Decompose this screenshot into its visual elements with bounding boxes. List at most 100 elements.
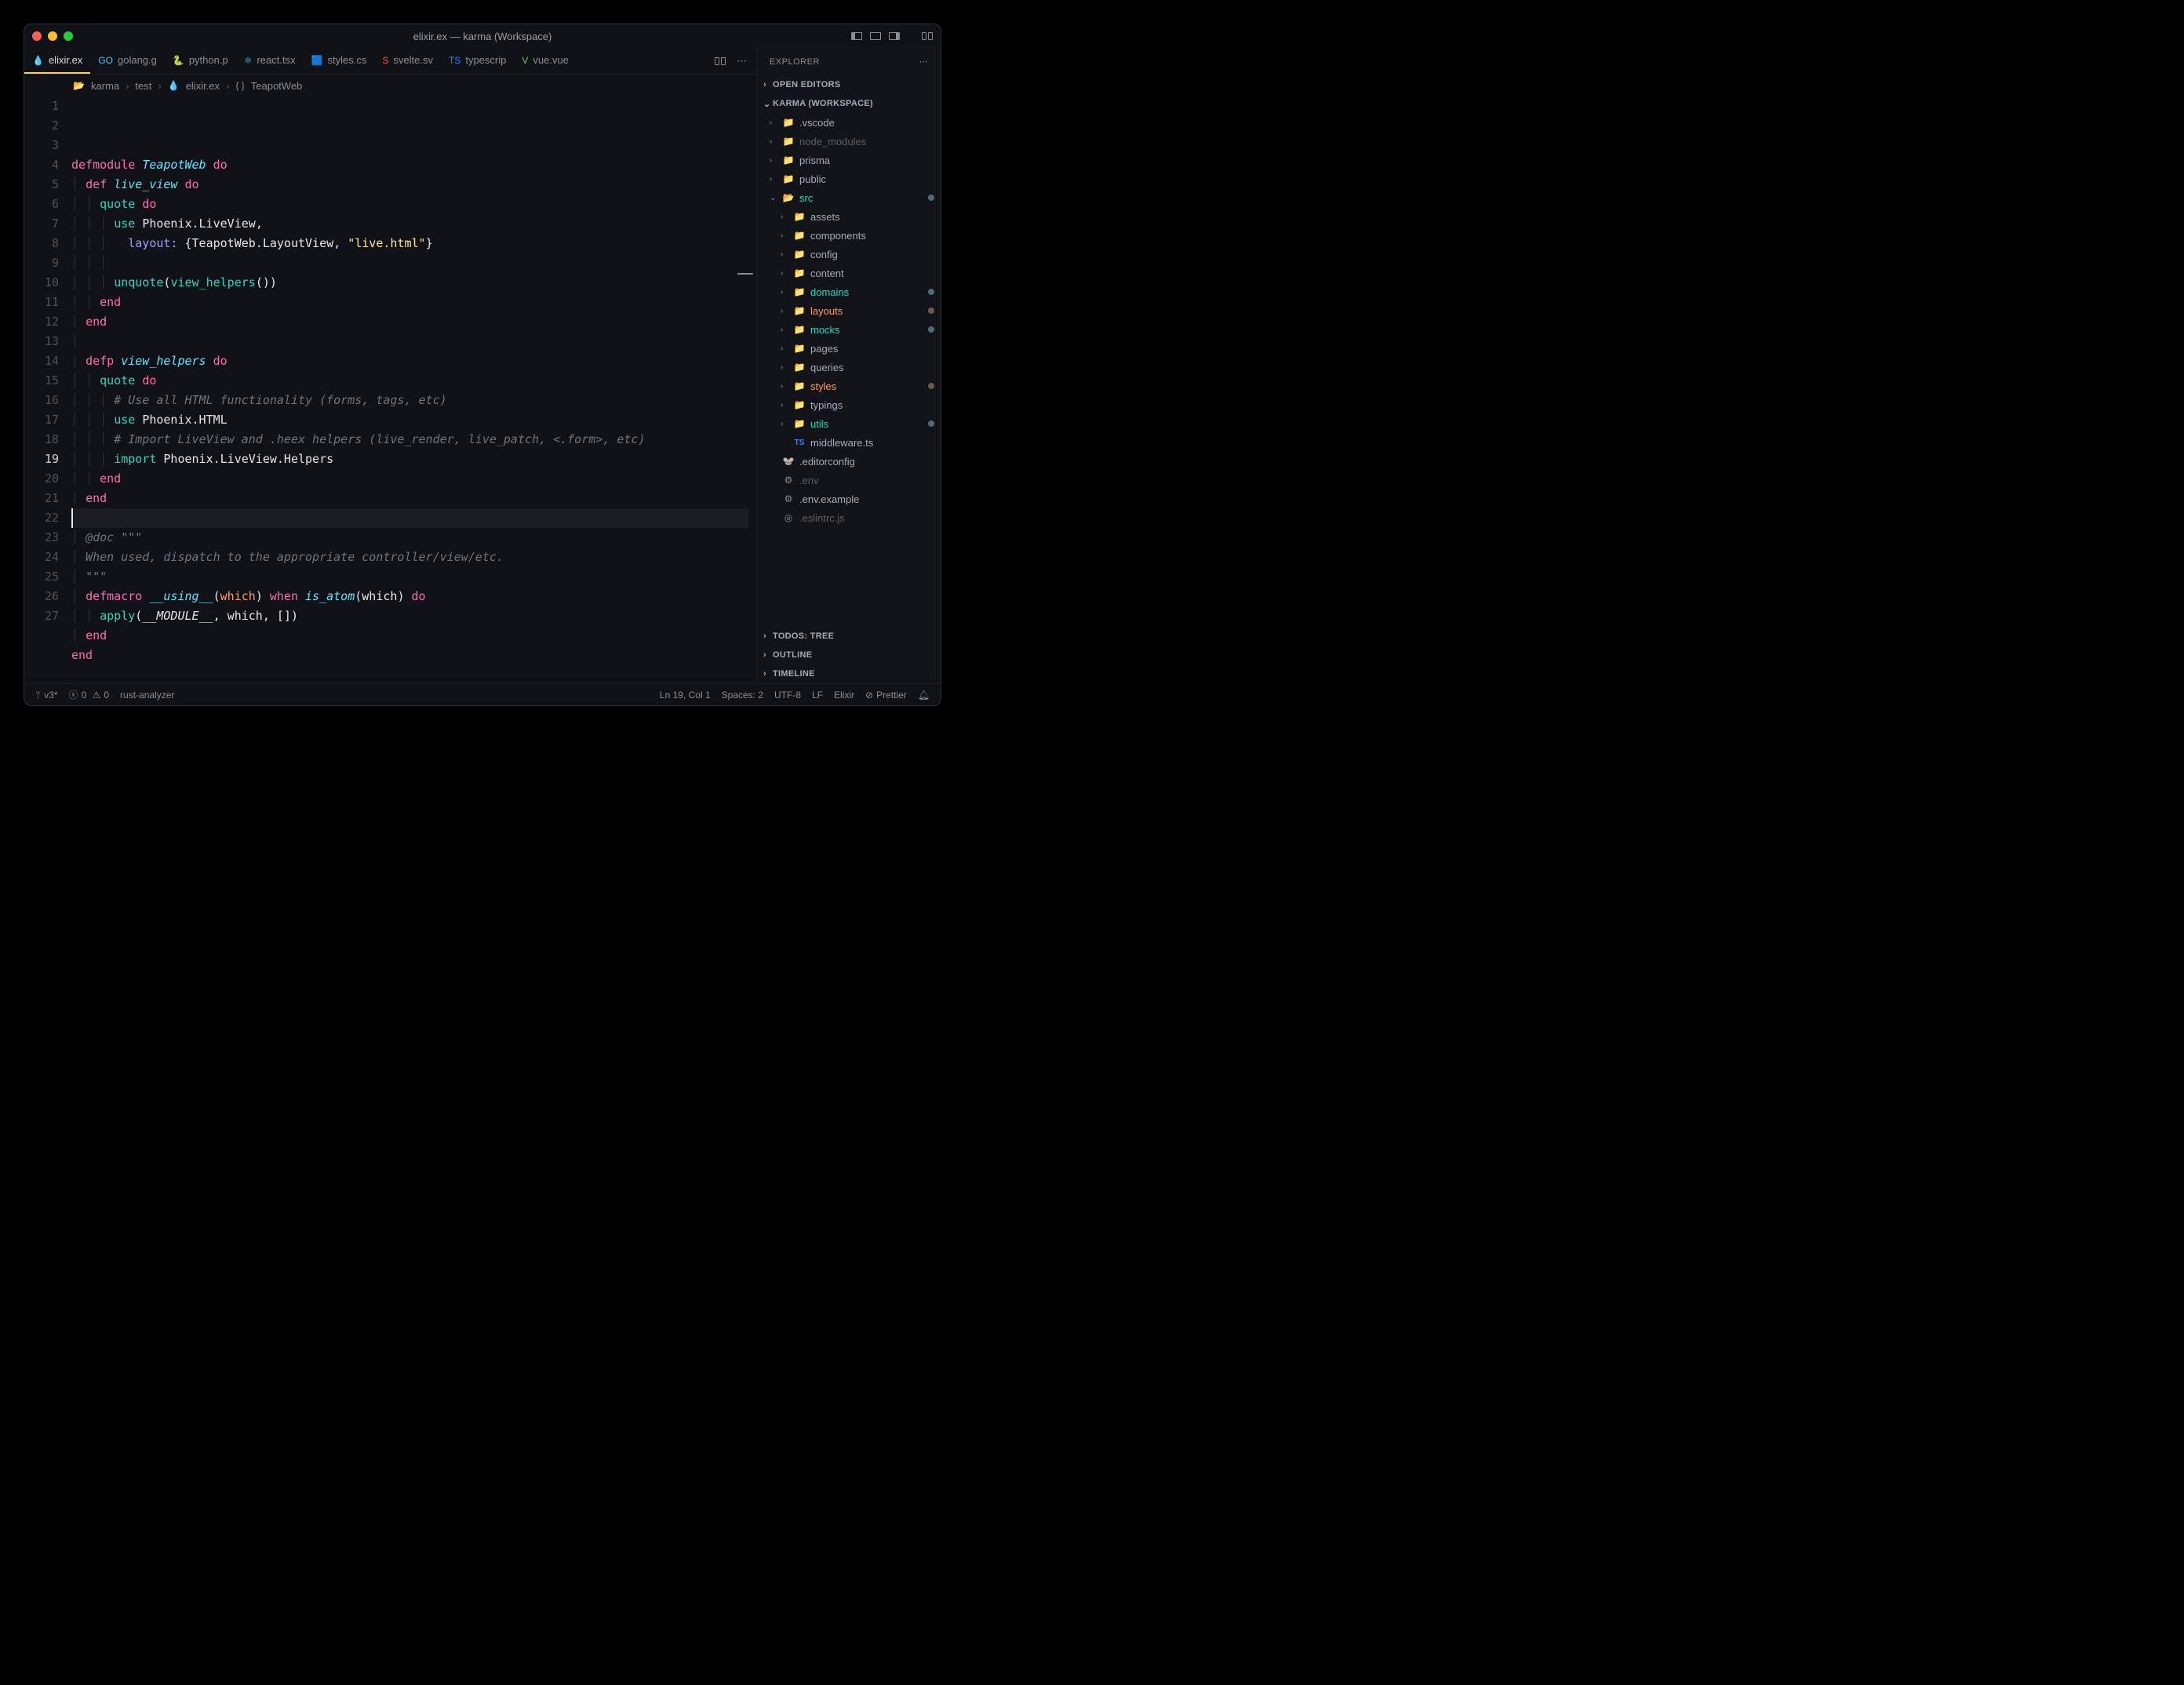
tree-item-assets[interactable]: ›📁assets xyxy=(757,207,941,226)
code-line[interactable]: end xyxy=(71,646,748,665)
panel-left-icon[interactable] xyxy=(851,32,862,40)
language-mode[interactable]: Elixir xyxy=(834,690,854,701)
code-line[interactable]: │ │ quote do xyxy=(71,371,748,391)
cursor-pos[interactable]: Ln 19, Col 1 xyxy=(660,690,711,701)
breadcrumb-label[interactable]: test xyxy=(135,80,151,92)
tab-typescrip[interactable]: TStypescrip xyxy=(441,48,514,74)
line-number: 25 xyxy=(24,567,59,587)
chevron-icon: › xyxy=(781,401,788,409)
tree-item-utils[interactable]: ›📁utils xyxy=(757,414,941,433)
section-workspace[interactable]: ⌄KARMA (WORKSPACE) xyxy=(757,94,941,113)
tree-item-layouts[interactable]: ›📁layouts xyxy=(757,301,941,320)
problems[interactable]: ⓧ 0 ⚠ 0 xyxy=(69,688,109,701)
layout-icon[interactable] xyxy=(922,32,933,40)
tree-item-env[interactable]: ⚙ .env xyxy=(757,471,941,489)
code-line[interactable]: │ │ │ use Phoenix.HTML xyxy=(71,410,748,430)
tree-item-domains[interactable]: ›📁domains xyxy=(757,282,941,301)
lsp-status[interactable]: rust-analyzer xyxy=(120,690,174,701)
bell-icon[interactable]: 🔔︎ xyxy=(918,690,930,701)
code-area[interactable]: defmodule TeapotWeb do│ def live_view do… xyxy=(71,96,756,683)
code-line[interactable]: │ │ │ # Import LiveView and .heex helper… xyxy=(71,430,748,449)
code-line[interactable]: │ │ quote do xyxy=(71,195,748,214)
tree-item-pages[interactable]: ›📁pages xyxy=(757,339,941,358)
encoding[interactable]: UTF-8 xyxy=(774,690,801,701)
code-line[interactable]: │ │ │ xyxy=(71,253,748,273)
breadcrumb-label[interactable]: karma xyxy=(91,80,119,92)
maximize-icon[interactable] xyxy=(64,31,73,41)
line-number: 7 xyxy=(24,214,59,234)
tree-item-content[interactable]: ›📁content xyxy=(757,264,941,282)
code-line[interactable]: │ defp view_helpers do xyxy=(71,351,748,371)
tab-pythonp[interactable]: 🐍python.p xyxy=(165,48,236,74)
breadcrumb-label[interactable]: TeapotWeb xyxy=(251,80,303,92)
tree-item-src[interactable]: ⌄📂src xyxy=(757,188,941,207)
file-icon: 📁 xyxy=(793,399,806,410)
code-line[interactable]: │ │ │ use Phoenix.LiveView, xyxy=(71,214,748,234)
vcs-dot-icon xyxy=(928,289,934,295)
tree-item-vscode[interactable]: ›📁.vscode xyxy=(757,113,941,132)
code-line[interactable]: │ def live_view do xyxy=(71,175,748,195)
tree-item-node_modules[interactable]: ›📁node_modules xyxy=(757,132,941,151)
close-icon[interactable] xyxy=(32,31,42,41)
breadcrumb-label[interactable]: elixir.ex xyxy=(186,80,220,92)
tree-item-components[interactable]: ›📁components xyxy=(757,226,941,245)
tree-item-eslintrcjs[interactable]: ◎.eslintrc.js xyxy=(757,508,941,527)
file-icon: ⚙ xyxy=(782,475,795,486)
tree-item-styles[interactable]: ›📁styles xyxy=(757,377,941,395)
section-timeline[interactable]: ›TIMELINE xyxy=(757,664,941,683)
line-number: 24 xyxy=(24,548,59,567)
code-line[interactable]: │ end xyxy=(71,489,748,508)
tree-item-queries[interactable]: ›📁queries xyxy=(757,358,941,377)
code-line[interactable] xyxy=(71,665,748,685)
tab-sveltesv[interactable]: Ssvelte.sv xyxy=(374,48,441,74)
file-icon: 🐭 xyxy=(782,456,795,467)
code-line[interactable]: │ │ apply(__MODULE__, which, []) xyxy=(71,606,748,626)
tab-stylescs[interactable]: 🟦styles.cs xyxy=(304,48,375,74)
tree-item-prisma[interactable]: ›📁prisma xyxy=(757,151,941,169)
code-line[interactable]: │ defmacro __using__(which) when is_atom… xyxy=(71,587,748,606)
tree-item-label: .env xyxy=(799,475,819,486)
code-line[interactable]: │ │ end xyxy=(71,293,748,312)
code-line[interactable]: │ When used, dispatch to the appropriate… xyxy=(71,548,748,567)
tree-item-config[interactable]: ›📁config xyxy=(757,245,941,264)
code-line[interactable]: │ end xyxy=(71,312,748,332)
tab-vuevue[interactable]: Vvue.vue xyxy=(514,48,577,74)
code-line[interactable] xyxy=(71,508,748,528)
git-branch[interactable]: ᛘ v3* xyxy=(35,690,58,701)
code-line[interactable]: │ @doc """ xyxy=(71,528,748,548)
tab-golangg[interactable]: GOgolang.g xyxy=(90,48,165,74)
tree-item-middlewarets[interactable]: TSmiddleware.ts xyxy=(757,433,941,452)
panel-bottom-icon[interactable] xyxy=(870,32,881,40)
code-line[interactable]: │ │ │ unquote(view_helpers()) xyxy=(71,273,748,293)
code-line[interactable]: │ │ │ layout: {TeapotWeb.LayoutView, "li… xyxy=(71,234,748,253)
code-line[interactable]: │ end xyxy=(71,626,748,646)
split-editor-icon[interactable] xyxy=(715,57,726,65)
more-icon[interactable]: ⋯ xyxy=(737,55,747,67)
tab-elixirex[interactable]: 💧elixir.ex xyxy=(24,48,90,74)
editor[interactable]: 1234567891011121314151617181920212223242… xyxy=(24,96,756,683)
minimize-icon[interactable] xyxy=(48,31,57,41)
tree-item-editorconfig[interactable]: 🐭.editorconfig xyxy=(757,452,941,471)
panel-right-icon[interactable] xyxy=(889,32,900,40)
more-icon[interactable]: ⋯ xyxy=(919,56,929,67)
code-line[interactable]: defmodule TeapotWeb do xyxy=(71,155,748,175)
tab-label: elixir.ex xyxy=(49,54,82,66)
indent[interactable]: Spaces: 2 xyxy=(722,690,763,701)
tree-item-typings[interactable]: › 📁 typings xyxy=(757,395,941,414)
code-line[interactable]: │ │ end xyxy=(71,469,748,489)
eol[interactable]: LF xyxy=(812,690,823,701)
code-line[interactable]: │ │ │ import Phoenix.LiveView.Helpers xyxy=(71,449,748,469)
formatter[interactable]: ⊘ Prettier xyxy=(865,690,907,701)
section-outline[interactable]: ›OUTLINE xyxy=(757,646,941,664)
tree-item-public[interactable]: ›📁public xyxy=(757,169,941,188)
tab-reacttsx[interactable]: ⚛react.tsx xyxy=(236,48,304,74)
tree-item-mocks[interactable]: ›📁mocks xyxy=(757,320,941,339)
tree-item-label: typings xyxy=(810,399,843,411)
code-line[interactable]: │ xyxy=(71,332,748,351)
section-todos[interactable]: ›TODOS: TREE xyxy=(757,627,941,646)
code-line[interactable]: │ """ xyxy=(71,567,748,587)
section-open-editors[interactable]: ›OPEN EDITORS xyxy=(757,75,941,94)
breadcrumbs[interactable]: 📂karma›test›💧elixir.ex›{ }TeapotWeb xyxy=(24,75,756,96)
tree-item-envexample[interactable]: ⚙.env.example xyxy=(757,489,941,508)
code-line[interactable]: │ │ │ # Use all HTML functionality (form… xyxy=(71,391,748,410)
